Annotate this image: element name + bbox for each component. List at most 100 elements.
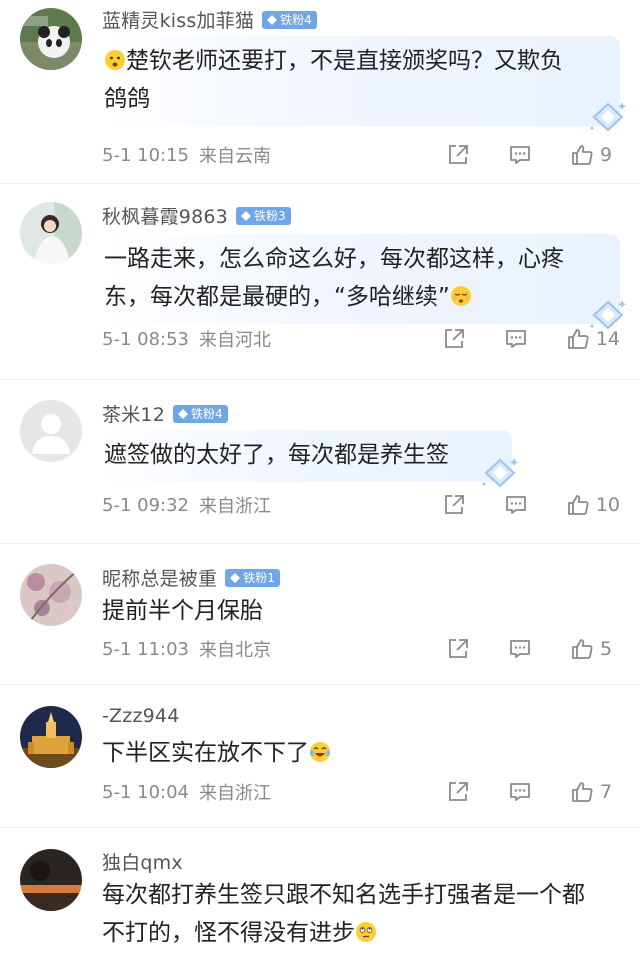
timestamp: 5-1 10:04: [102, 781, 189, 803]
comment-icon[interactable]: [508, 143, 532, 167]
comment-line: 鸽鸽: [104, 86, 150, 112]
fan-badge: 铁粉4: [262, 10, 317, 29]
actions: 9: [446, 143, 620, 167]
like-button[interactable]: 7: [570, 780, 620, 804]
comment-bubble[interactable]: 楚钦老师还要打，不是直接颁奖吗？又欺负 鸽鸽: [100, 36, 620, 126]
username[interactable]: 蓝精灵kiss加菲猫: [102, 6, 254, 33]
thumbs-up-icon: [566, 327, 590, 351]
meta-row: 5-1 10:04 来自浙江 7: [102, 779, 620, 805]
name-row: 秋枫暮霞9863 铁粉3: [102, 202, 291, 229]
comment-body[interactable]: 提前半个月保胎: [102, 592, 263, 630]
comment-icon[interactable]: [504, 327, 528, 351]
username[interactable]: 茶米12: [102, 400, 165, 427]
sad-face-icon: [105, 50, 125, 70]
comment-icon[interactable]: [504, 493, 528, 517]
laughing-crying-face-icon: [310, 742, 330, 762]
relieved-face-icon: [450, 286, 471, 306]
actions: 10: [442, 493, 620, 517]
share-icon[interactable]: [446, 143, 470, 167]
badge-label: 铁粉1: [243, 570, 275, 585]
like-count: 9: [600, 144, 613, 166]
like-count: 7: [600, 781, 613, 803]
actions: 7: [446, 780, 620, 804]
meta-row: 5-1 10:15 来自云南 9: [102, 142, 620, 168]
avatar[interactable]: [20, 849, 82, 911]
share-icon[interactable]: [442, 327, 466, 351]
username[interactable]: 昵称总是被重: [102, 564, 217, 591]
location: 来自浙江: [199, 496, 271, 517]
comment-line: 下半区实在放不下了: [102, 740, 309, 766]
comment-icon[interactable]: [508, 637, 532, 661]
diamond-deco-icon: [480, 456, 520, 490]
comment-item: 独白qmx 每次都打养生签只跟不知名选手打强者是一个都 不打的，怪不得没有进步: [0, 828, 640, 953]
meta-row: 5-1 09:32 来自浙江 10: [102, 492, 620, 518]
like-button[interactable]: 9: [570, 143, 620, 167]
name-row: -Zzz944: [102, 705, 179, 727]
badge-label: 铁粉4: [280, 12, 312, 27]
comment-icon[interactable]: [508, 780, 532, 804]
diamond-icon: [178, 409, 188, 419]
thumbs-up-icon: [570, 780, 594, 804]
comment-line: 不打的，怪不得没有进步: [102, 920, 355, 946]
diamond-deco-icon: [588, 100, 628, 134]
comment-text: 一路走来，怎么命这么好，每次都这样，心疼 东，每次都是最硬的，“多哈继续”: [104, 240, 610, 316]
comment-line: 遮签做的太好了，每次都是养生签: [104, 442, 449, 468]
meta-row: 5-1 11:03 来自北京 5: [102, 636, 620, 662]
username[interactable]: 独白qmx: [102, 848, 183, 875]
username[interactable]: -Zzz944: [102, 705, 179, 727]
location: 来自北京: [199, 640, 271, 661]
meta-row: 5-1 08:53 来自河北 14: [102, 326, 620, 352]
timestamp: 5-1 09:32: [102, 494, 189, 516]
avatar[interactable]: [20, 400, 82, 462]
timestamp: 5-1 10:15: [102, 144, 189, 166]
share-icon[interactable]: [442, 493, 466, 517]
thumbs-up-icon: [566, 493, 590, 517]
comment-line: 东，每次都是最硬的，“多哈继续”: [104, 284, 450, 310]
comment-item: 蓝精灵kiss加菲猫 铁粉4 楚钦老师还要打，不是直接颁奖吗？又欺负 鸽鸽 5-…: [0, 0, 640, 184]
like-count: 10: [595, 494, 620, 516]
diamond-icon: [267, 15, 277, 25]
comment-text: 下半区实在放不下了: [102, 734, 331, 772]
comment-bubble[interactable]: 遮签做的太好了，每次都是养生签: [100, 430, 512, 482]
comment-line: 一路走来，怎么命这么好，每次都这样，心疼: [104, 246, 564, 272]
name-row: 蓝精灵kiss加菲猫 铁粉4: [102, 6, 317, 33]
timestamp: 5-1 11:03: [102, 638, 189, 660]
badge-label: 铁粉3: [253, 208, 286, 223]
comment-text: 遮签做的太好了，每次都是养生签: [104, 436, 502, 474]
like-button[interactable]: 5: [570, 637, 620, 661]
fan-badge: 铁粉1: [225, 568, 280, 587]
username[interactable]: 秋枫暮霞9863: [102, 202, 228, 229]
diamond-icon: [230, 573, 240, 583]
comment-line: 楚钦老师还要打，不是直接颁奖吗？又欺负: [126, 48, 563, 74]
fan-badge: 铁粉4: [172, 404, 228, 423]
avatar[interactable]: [20, 202, 82, 264]
badge-label: 铁粉4: [190, 406, 223, 421]
comment-body[interactable]: 每次都打养生签只跟不知名选手打强者是一个都 不打的，怪不得没有进步: [102, 876, 585, 952]
comment-item: 秋枫暮霞9863 铁粉3 一路走来，怎么命这么好，每次都这样，心疼 东，每次都是…: [0, 184, 640, 380]
avatar[interactable]: [20, 564, 82, 626]
rolling-eyes-face-icon: [356, 922, 376, 942]
diamond-icon: [241, 211, 251, 221]
like-count: 14: [595, 328, 620, 350]
comment-bubble[interactable]: 一路走来，怎么命这么好，每次都这样，心疼 东，每次都是最硬的，“多哈继续”: [100, 234, 620, 324]
like-button[interactable]: 10: [566, 493, 620, 517]
timestamp: 5-1 08:53: [102, 328, 189, 350]
name-row: 茶米12 铁粉4: [102, 400, 228, 427]
thumbs-up-icon: [570, 143, 594, 167]
avatar[interactable]: [20, 706, 82, 768]
comment-body[interactable]: 下半区实在放不下了: [102, 734, 331, 772]
comment-line: 提前半个月保胎: [102, 598, 263, 624]
comment-text: 每次都打养生签只跟不知名选手打强者是一个都 不打的，怪不得没有进步: [102, 876, 585, 952]
name-row: 独白qmx: [102, 848, 183, 875]
comment-text: 楚钦老师还要打，不是直接颁奖吗？又欺负 鸽鸽: [104, 42, 610, 118]
actions: 5: [446, 637, 620, 661]
location: 来自河北: [199, 330, 271, 351]
location: 来自浙江: [199, 783, 271, 804]
avatar[interactable]: [20, 8, 82, 70]
share-icon[interactable]: [446, 637, 470, 661]
thumbs-up-icon: [570, 637, 594, 661]
comment-text: 提前半个月保胎: [102, 592, 263, 630]
fan-badge: 铁粉3: [235, 206, 291, 225]
like-button[interactable]: 14: [566, 327, 620, 351]
share-icon[interactable]: [446, 780, 470, 804]
